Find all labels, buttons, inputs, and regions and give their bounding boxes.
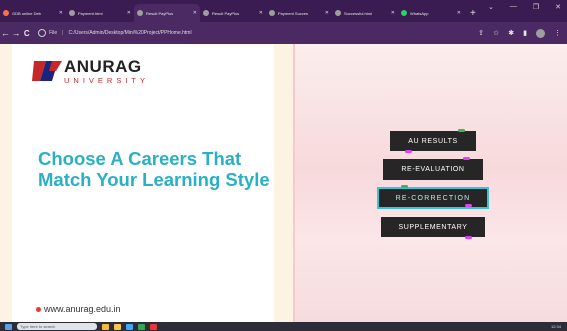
close-window-icon[interactable]: ✕ xyxy=(555,3,561,11)
tab-search-icon[interactable]: ⌄ xyxy=(488,3,494,11)
left-panel: ANURAG UNIVERSITY Choose A Careers That … xyxy=(0,44,293,322)
globe-icon xyxy=(335,10,341,16)
close-icon[interactable]: ✕ xyxy=(193,10,197,16)
tab-payment-success[interactable]: Payment Succes ✕ xyxy=(266,4,332,22)
close-icon[interactable]: ✕ xyxy=(325,10,329,16)
tab-strip: GDB online Deb ✕ Payment.html ✕ Result P… xyxy=(0,0,567,22)
windows-start-icon[interactable] xyxy=(5,323,12,330)
address-url: C:/Users/Admin/Desktop/Mini%20Project/PP… xyxy=(68,30,192,36)
bookmark-star-icon[interactable]: ☆ xyxy=(493,29,499,37)
os-taskbar: Type here to search 12:34 xyxy=(0,322,567,331)
minimize-icon[interactable]: — xyxy=(510,3,517,11)
gdb-favicon-icon xyxy=(3,10,9,16)
chrome-icon[interactable] xyxy=(138,323,145,330)
website-link[interactable]: www.anurag.edu.in xyxy=(36,304,121,314)
share-icon[interactable]: ⇪ xyxy=(478,29,484,37)
resize-handle-icon xyxy=(465,204,472,207)
profile-avatar[interactable] xyxy=(536,28,545,38)
whatsapp-icon xyxy=(401,10,407,16)
resize-handle-icon xyxy=(463,157,470,160)
window-controls: ⌄ — ❐ ✕ xyxy=(488,3,561,11)
web-dot-icon xyxy=(36,306,41,312)
re-correction-button[interactable]: RE-CORRECTION xyxy=(377,187,489,209)
edge-icon[interactable] xyxy=(126,323,133,330)
close-icon[interactable]: ✕ xyxy=(457,10,461,16)
anurag-logo-icon xyxy=(32,61,62,82)
re-evaluation-button[interactable]: RE-EVALUATION xyxy=(383,159,483,180)
back-arrow-icon[interactable]: ← xyxy=(0,28,11,38)
logo-name: ANURAG xyxy=(64,57,142,76)
info-icon[interactable] xyxy=(38,29,47,37)
university-logo: ANURAG UNIVERSITY xyxy=(32,58,149,85)
right-panel: AU RESULTS RE-EVALUATION RE-CORRECTION S… xyxy=(295,44,567,322)
close-icon[interactable]: ✕ xyxy=(127,10,131,16)
file-explorer-icon[interactable] xyxy=(114,323,121,330)
widgets-icon[interactable] xyxy=(102,323,109,330)
supplementary-button[interactable]: SUPPLEMENTARY xyxy=(381,217,485,237)
tab-payment[interactable]: Payment.html ✕ xyxy=(66,4,134,22)
globe-icon xyxy=(137,10,143,16)
address-scheme: File xyxy=(49,30,58,36)
forward-arrow-icon[interactable]: → xyxy=(11,28,22,38)
page-viewport: ANURAG UNIVERSITY Choose A Careers That … xyxy=(0,44,567,322)
address-bar[interactable]: File | C:/Users/Admin/Desktop/Mini%20Pro… xyxy=(38,26,478,40)
taskbar-search[interactable]: Type here to search xyxy=(17,323,97,330)
browser-toolbar: ← → C File | C:/Users/Admin/Desktop/Mini… xyxy=(0,22,567,44)
close-icon[interactable]: ✕ xyxy=(391,10,395,16)
tab-result[interactable]: Result PayPlus ✕ xyxy=(200,4,266,22)
globe-icon xyxy=(269,10,275,16)
website-url: www.anurag.edu.in xyxy=(44,304,121,314)
maximize-icon[interactable]: ❐ xyxy=(533,3,539,11)
close-icon[interactable]: ✕ xyxy=(59,10,63,16)
globe-icon xyxy=(69,10,75,16)
reload-icon[interactable]: C xyxy=(21,29,32,38)
menu-kebab-icon[interactable]: ⋮ xyxy=(554,29,561,37)
app-icon[interactable] xyxy=(150,323,157,330)
resize-handle-icon xyxy=(401,185,408,188)
au-results-button[interactable]: AU RESULTS xyxy=(390,131,476,151)
extensions-icon[interactable]: ✱ xyxy=(508,29,514,37)
tab-whatsapp[interactable]: WhatsApp ✕ xyxy=(398,4,464,22)
close-icon[interactable]: ✕ xyxy=(259,10,263,16)
sidebar-icon[interactable]: ▮ xyxy=(523,29,527,37)
logo-subtitle: UNIVERSITY xyxy=(64,76,150,85)
new-tab-button[interactable]: + xyxy=(464,4,482,22)
resize-handle-icon xyxy=(465,236,472,239)
taskbar-clock: 12:34 xyxy=(550,324,561,329)
tab-result-active[interactable]: Result PayPlus ✕ xyxy=(134,4,200,22)
resize-handle-icon xyxy=(458,129,465,132)
tab-gdb[interactable]: GDB online Deb ✕ xyxy=(0,4,66,22)
tab-successful[interactable]: Successful.html ✕ xyxy=(332,4,398,22)
globe-icon xyxy=(203,10,209,16)
toolbar-actions: ⇪ ☆ ✱ ▮ ⋮ xyxy=(478,28,561,38)
resize-handle-icon xyxy=(405,150,412,153)
hero-headline: Choose A Careers That Match Your Learnin… xyxy=(38,148,270,190)
address-separator: | xyxy=(62,30,64,36)
